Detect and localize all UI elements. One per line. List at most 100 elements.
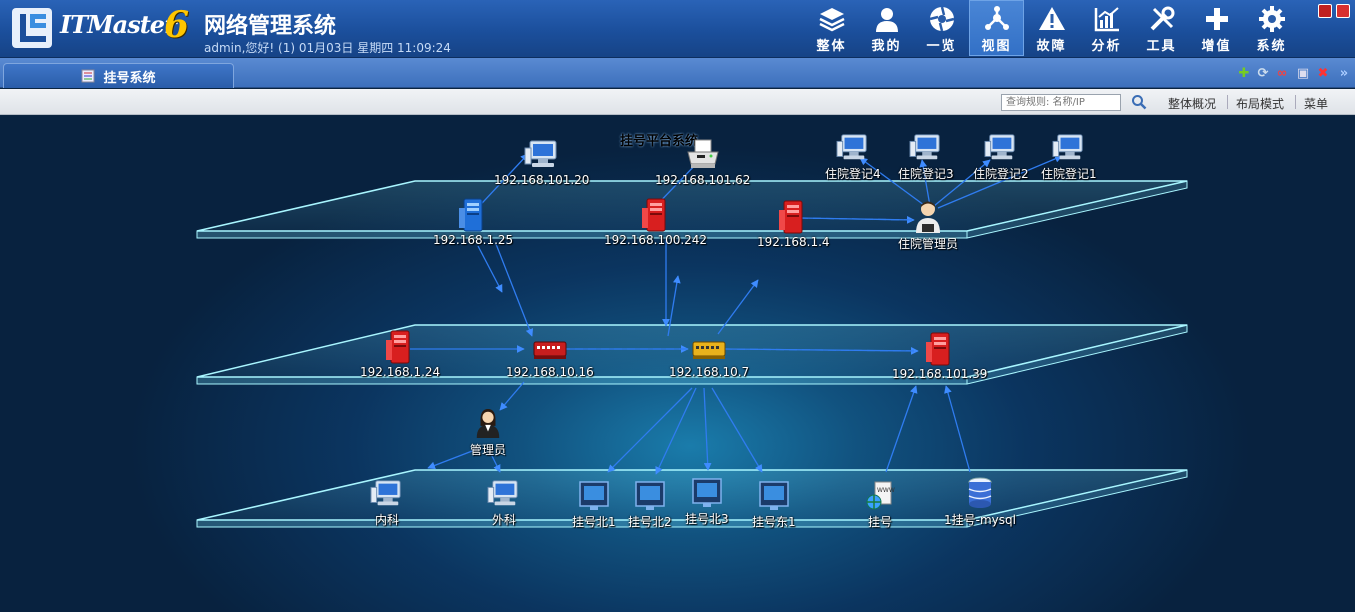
svg-text:WWW: WWW [877, 487, 895, 494]
node-server-1-24[interactable]: 192.168.1.24 [360, 330, 440, 379]
layout-mode-link[interactable]: 布局模式 [1236, 95, 1284, 112]
node-label: 住院登记4 [825, 167, 881, 181]
tab-registration-system[interactable]: 挂号系统 [3, 63, 234, 88]
node-label: 挂号东1 [752, 515, 796, 529]
switch-yellow-icon [692, 341, 726, 359]
node-label: 挂号 [867, 515, 892, 529]
nav-overall[interactable]: 整体 [804, 0, 859, 56]
save-icon[interactable]: ▣ [1296, 67, 1310, 81]
node-zydj1[interactable]: 住院登记1 [1041, 132, 1097, 182]
plus-icon [1205, 8, 1228, 30]
brand-name: ITMaster [60, 10, 177, 39]
workstation-icon [524, 140, 557, 167]
node-neike[interactable]: 内科 [370, 478, 404, 528]
node-switch-10-7[interactable]: 192.168.10.7 [669, 336, 749, 379]
workstation-icon [984, 134, 1015, 160]
node-label: 1挂号-mysql [944, 513, 1016, 527]
tab-label: 挂号系统 [103, 70, 156, 86]
nav-overview[interactable]: 一览 [914, 0, 969, 56]
node-label: 192.168.101.39 [892, 367, 988, 381]
close-icon[interactable] [1318, 4, 1332, 18]
monitor-icon [635, 481, 665, 510]
logout-icon[interactable] [1336, 4, 1350, 18]
admin-user-icon [916, 201, 940, 233]
link-icon[interactable]: ∞ [1275, 67, 1289, 81]
admin-user-icon [476, 408, 500, 438]
gear-icon [1258, 6, 1285, 32]
node-server-1-4[interactable]: 192.168.1.4 [757, 200, 830, 249]
nav-system[interactable]: 系统 [1244, 0, 1299, 56]
nav-mine[interactable]: 我的 [859, 0, 914, 56]
node-label: 挂号北3 [685, 512, 729, 526]
server-blue-icon [459, 198, 483, 232]
add-icon[interactable]: ✚ [1237, 67, 1251, 81]
nav-label: 系统 [1256, 39, 1287, 54]
node-label: 192.168.1.24 [360, 365, 441, 379]
node-label: 192.168.101.20 [494, 173, 590, 187]
node-admin[interactable]: 管理员 [470, 406, 506, 458]
nav-label: 一览 [926, 39, 957, 54]
node-server-1-25[interactable]: 192.168.1.25 [433, 198, 513, 247]
list-icon [81, 69, 95, 83]
node-zy-admin[interactable]: 住院管理员 [898, 200, 958, 252]
main-nav: 整体 我的 一览 视图 故障 分析 工具 增值 系统 [804, 0, 1299, 58]
web-service-icon: WWW [866, 481, 895, 510]
node-ghb3[interactable]: 挂号北3 [685, 477, 729, 527]
node-ghd1[interactable]: 挂号东1 [752, 480, 796, 530]
nav-label: 分析 [1091, 39, 1122, 54]
monitor-icon [692, 478, 722, 507]
itmaster-logo-icon [12, 8, 52, 48]
node-gh[interactable]: WWW 挂号 [865, 480, 895, 530]
user-info: admin,您好! (1) 01月03日 星期四 11:09:24 [204, 41, 451, 55]
node-server-101-39[interactable]: 192.168.101.39 [892, 332, 987, 381]
node-zydj2[interactable]: 住院登记2 [973, 132, 1029, 182]
refresh-icon[interactable]: ⟳ [1256, 67, 1270, 81]
node-label: 192.168.10.16 [506, 365, 594, 379]
switch-red-icon [533, 341, 567, 359]
nav-label: 视图 [981, 39, 1012, 54]
node-ghb1[interactable]: 挂号北1 [572, 480, 616, 530]
menu-link[interactable]: 菜单 [1304, 95, 1328, 112]
node-zydj4[interactable]: 住院登记4 [825, 132, 881, 182]
node-pc-101-20[interactable]: 192.168.101.20 [494, 138, 589, 187]
nav-label: 我的 [871, 39, 902, 54]
node-label: 192.168.100.242 [604, 233, 708, 247]
nav-label: 工具 [1146, 39, 1177, 54]
workstation-icon [1052, 134, 1083, 160]
node-label: 192.168.1.4 [757, 235, 830, 249]
node-switch-10-16[interactable]: 192.168.10.16 [506, 336, 594, 379]
app-header: ITMaster 6 网络管理系统 admin,您好! (1) 01月03日 星… [0, 0, 1355, 58]
search-input[interactable] [1001, 94, 1121, 111]
nav-analysis[interactable]: 分析 [1079, 0, 1134, 56]
toolbar-divider [1295, 95, 1296, 109]
nav-tools[interactable]: 工具 [1134, 0, 1189, 56]
node-gh-mysql[interactable]: 1挂号-mysql [944, 476, 1016, 528]
workstation-icon [370, 480, 401, 506]
brand-version: 6 [164, 4, 190, 46]
node-label: 住院登记2 [973, 167, 1029, 181]
node-server-100-242[interactable]: 192.168.100.242 [604, 198, 707, 247]
node-label: 内科 [374, 513, 399, 527]
nav-fault[interactable]: 故障 [1024, 0, 1079, 56]
database-icon [968, 477, 992, 508]
nav-label: 增值 [1201, 39, 1232, 54]
node-waike[interactable]: 外科 [487, 478, 521, 528]
nav-label: 故障 [1036, 39, 1067, 54]
overview-link[interactable]: 整体概况 [1168, 95, 1216, 112]
node-ghb2[interactable]: 挂号北2 [628, 480, 672, 530]
server-red-icon [925, 332, 950, 366]
toolbar-divider [1227, 95, 1228, 109]
monitor-icon [579, 481, 609, 510]
node-printer-101-62[interactable]: 192.168.101.62 [655, 138, 750, 187]
nav-addvalue[interactable]: 增值 [1189, 0, 1244, 56]
expand-icon[interactable]: » [1337, 67, 1351, 81]
nav-view[interactable]: 视图 [969, 0, 1024, 56]
server-red-icon [386, 330, 410, 364]
search-icon[interactable] [1131, 94, 1147, 110]
topology-canvas[interactable]: 挂号平台系统 192.168.101.20 192.168.101.62 住院登… [0, 116, 1355, 612]
delete-icon[interactable]: ✖ [1316, 67, 1330, 81]
topology-icon [984, 6, 1009, 30]
node-zydj3[interactable]: 住院登记3 [898, 132, 954, 182]
workstation-icon [909, 134, 940, 160]
node-label: 外科 [491, 513, 516, 527]
